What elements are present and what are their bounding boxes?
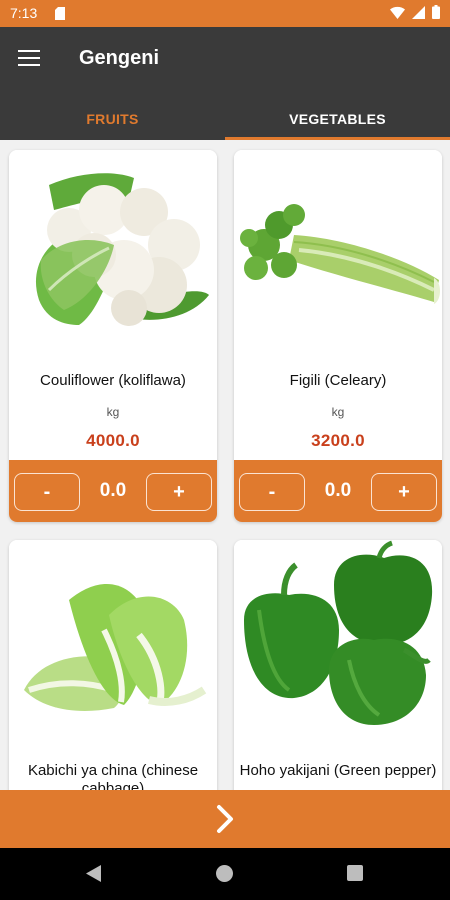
product-name: Figili (Celeary)	[289, 372, 387, 389]
increase-button[interactable]: +	[371, 473, 437, 511]
app-bar: Gengeni FRUITS VEGETABLES	[0, 27, 450, 140]
product-name: Kabichi ya china (chinese cabbage)	[27, 762, 199, 790]
next-button[interactable]	[0, 790, 450, 848]
cauliflower-image	[9, 150, 217, 360]
wifi-icon	[390, 6, 405, 19]
product-card[interactable]: Kabichi ya china (chinese cabbage)	[9, 540, 217, 790]
menu-icon[interactable]	[18, 46, 44, 70]
home-icon[interactable]	[216, 865, 233, 882]
status-time: 7:13	[10, 5, 38, 21]
product-name: Hoho yakijani (Green pepper)	[239, 762, 437, 779]
product-card[interactable]: Hoho yakijani (Green pepper)	[234, 540, 442, 790]
app-title: Gengeni	[79, 47, 160, 69]
increase-button[interactable]: +	[146, 473, 212, 511]
battery-icon	[432, 5, 440, 19]
product-grid: Couliflower (koliflawa) kg 4000.0 - 0.0 …	[0, 140, 450, 790]
back-icon[interactable]	[86, 865, 102, 882]
product-name: Couliflower (koliflawa)	[40, 372, 186, 389]
chevron-right-icon	[217, 805, 233, 833]
product-unit: kg	[106, 405, 120, 419]
green-pepper-image	[234, 540, 442, 750]
product-price: 3200.0	[311, 431, 365, 450]
quantity-stepper: - 0.0 +	[9, 460, 217, 522]
tab-vegetables[interactable]: VEGETABLES	[225, 97, 450, 140]
navigation-bar	[0, 848, 450, 900]
product-price: 4000.0	[86, 431, 140, 450]
product-card[interactable]: Figili (Celeary) kg 3200.0 - 0.0 +	[234, 150, 442, 522]
sd-card-icon	[55, 7, 65, 20]
category-tabs: FRUITS VEGETABLES	[0, 97, 450, 140]
recent-apps-icon[interactable]	[347, 865, 363, 881]
signal-icon	[412, 5, 425, 19]
chinese-cabbage-image	[9, 540, 217, 750]
celery-image	[234, 150, 442, 360]
product-card[interactable]: Couliflower (koliflawa) kg 4000.0 - 0.0 …	[9, 150, 217, 522]
status-bar: 7:13	[0, 0, 450, 27]
tab-fruits[interactable]: FRUITS	[0, 97, 225, 140]
product-unit: kg	[331, 405, 345, 419]
quantity-stepper: - 0.0 +	[234, 460, 442, 522]
